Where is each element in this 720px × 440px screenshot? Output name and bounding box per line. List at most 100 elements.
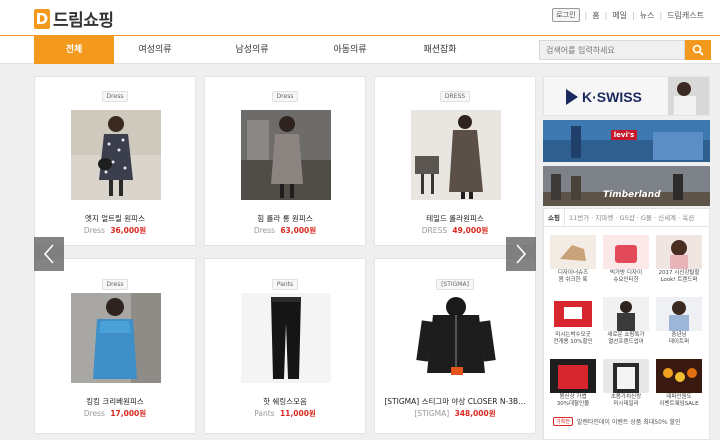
levis-logo-text: levi's [613, 131, 635, 139]
product-card[interactable]: Pants 핫 쉐링스모음 Pants 11,000원 [204, 258, 366, 434]
product-image[interactable] [241, 293, 331, 383]
site-logo[interactable]: D 드림쇼핑 [34, 6, 114, 31]
product-brand: Dress [83, 409, 105, 418]
shop-item-image [656, 359, 702, 393]
product-name[interactable]: 테일드 롤라원피스 [375, 213, 535, 224]
shop-item-caption: 데파인원도 이벤트웨임SALE [659, 394, 699, 407]
timberland-logo-text: Timberland [603, 190, 661, 200]
shop-item-caption: 새로운 쇼핑특가 열선프렌드업어 [607, 332, 645, 345]
logo-text: 드림쇼핑 [53, 11, 114, 31]
shop-item-caption: 초봄가치신랑 미시데일리 [610, 394, 642, 407]
product-card[interactable]: Dress 힘 롤라 롱 원피스 Dress 63,000원 [204, 76, 366, 246]
mail-link[interactable]: 메일 [612, 10, 627, 21]
shop-item-image [656, 297, 702, 331]
shop-item-image [603, 359, 649, 393]
shop-item-image [656, 235, 702, 269]
product-price: 63,000원 [280, 226, 317, 235]
search-button[interactable] [685, 40, 711, 60]
product-image[interactable] [411, 293, 501, 383]
tab-mens[interactable]: 남성의류 [196, 36, 308, 64]
product-brand: [STIGMA] [414, 409, 450, 418]
product-price: 49,000원 [452, 226, 489, 235]
shopping-panel: 쇼핑 11번가 · 지마켓 · GS샵 · G몰 · 신세계 · 옥션 디자이너… [543, 208, 710, 440]
shop-item-caption: 미시는박수모굿 전개용 10%할인 [553, 332, 593, 345]
shop-item-caption: 디자이너슈즈 봄 쉬크한 룩 [557, 270, 589, 283]
category-tag: Dress [101, 279, 129, 290]
shop-item[interactable]: 미시는박수모굿 전개용 10%할인 [548, 297, 598, 346]
category-tag: Pants [271, 279, 299, 290]
category-tabs: 전체 여성의류 남성의류 아동의류 패션잡화 [34, 36, 488, 64]
tab-womens[interactable]: 여성의류 [114, 36, 196, 64]
product-price: 36,000원 [110, 226, 147, 235]
promo-text: 발렌타인데이 이벤트 상품 최대50% 할인 [576, 419, 681, 426]
shop-tabs: 쇼핑 11번가 · 지마켓 · GS샵 · G몰 · 신세계 · 옥션 [544, 209, 709, 227]
kswiss-banner[interactable]: K·SWISS [543, 76, 710, 116]
shop-item[interactable]: 중년님 데이트퍼 [654, 297, 704, 346]
product-name[interactable]: 힘 롤라 롱 원피스 [205, 213, 365, 224]
shop-item-image [550, 297, 596, 331]
shop-item-image [603, 235, 649, 269]
home-link[interactable]: 홈 [592, 10, 599, 21]
shop-item-image [550, 359, 596, 393]
shop-item[interactable]: 초봄가치신랑 미시데일리 [601, 359, 651, 408]
shop-item[interactable]: 봄신상 가볍 30%대할인몰 [548, 359, 598, 408]
product-card[interactable]: DRESS 테일드 롤라원피스 DRESS 49,000원 [374, 76, 536, 246]
divider: | [584, 10, 588, 20]
login-button[interactable]: 로그인 [552, 8, 580, 22]
shop-item[interactable]: 빅가방 디자이 슈요인티한 [601, 235, 651, 284]
divider: | [604, 10, 608, 20]
shop-item-image [550, 235, 596, 269]
product-image[interactable] [71, 293, 161, 383]
category-nav: 전체 여성의류 남성의류 아동의류 패션잡화 [0, 35, 720, 64]
product-card[interactable]: Dress 킹킹 크리베원피스 Dress 17,000원 [34, 258, 196, 434]
shop-item[interactable]: 데파인원도 이벤트웨임SALE [654, 359, 704, 408]
shop-item[interactable]: 디자이너슈즈 봄 쉬크한 룩 [548, 235, 598, 284]
timberland-banner[interactable]: Timberland [543, 166, 710, 206]
product-name[interactable]: 엣지 얼트릴 원피스 [35, 213, 195, 224]
shop-item-caption: 2017 시선강탈할 Look! 트렌드퍼 [658, 270, 700, 283]
tab-kids[interactable]: 아동의류 [308, 36, 392, 64]
shop-item-caption: 빅가방 디자이 슈요인티한 [609, 270, 643, 283]
tab-all[interactable]: 전체 [34, 36, 114, 64]
carousel-prev-button[interactable] [34, 237, 64, 271]
product-price: 11,000원 [279, 409, 316, 418]
product-card[interactable]: Dress 엣지 얼트릴 원피스 Dress 36,000원 [34, 76, 196, 246]
search-icon [692, 44, 704, 56]
shop-item-image [603, 297, 649, 331]
product-image[interactable] [71, 110, 161, 200]
product-name[interactable]: [STIGMA] 스티그마 야상 CLOSER N-3B… [375, 396, 535, 407]
tab-accessories[interactable]: 패션잡화 [392, 36, 488, 64]
product-brand: Pants [254, 409, 275, 418]
carousel-next-button[interactable] [506, 237, 536, 271]
product-image[interactable] [241, 110, 331, 200]
product-name[interactable]: 핫 쉐링스모음 [205, 396, 365, 407]
shop-item[interactable]: 2017 시선강탈할 Look! 트렌드퍼 [654, 235, 704, 284]
divider: | [632, 10, 635, 20]
promo-line[interactable]: 기획전 발렌타인데이 이벤트 상품 최대50% 할인 [553, 417, 681, 426]
tab-partner-malls[interactable]: 11번가 · 지마켓 · GS샵 · G몰 · 신세계 · 옥션 [565, 209, 698, 226]
shop-item[interactable]: 새로운 쇼핑특가 열선프렌드업어 [601, 297, 651, 346]
chevron-right-icon [516, 244, 527, 264]
product-card[interactable]: [STIGMA] [STIGMA] 스티그마 야상 CLOSER N-3B… [… [374, 258, 536, 434]
shop-item-caption: 중년님 데이트퍼 [668, 332, 690, 345]
product-name[interactable]: 킹킹 크리베원피스 [35, 396, 195, 407]
levis-banner[interactable]: levi's [543, 120, 710, 162]
category-tag: Dress [271, 91, 299, 102]
category-tag: DRESS [439, 91, 471, 102]
product-brand: Dress [253, 226, 275, 235]
shop-item-caption: 봄신상 가볍 30%대할인몰 [556, 394, 590, 407]
tab-shopping[interactable]: 쇼핑 [544, 209, 565, 226]
kswiss-logo-text: K·SWISS [582, 89, 642, 105]
product-image[interactable] [411, 110, 501, 200]
divider: | [659, 10, 663, 20]
category-tag: Dress [101, 91, 129, 102]
product-brand: Dress [83, 226, 105, 235]
dreamcast-link[interactable]: 드림캐스트 [667, 10, 704, 21]
category-tag: [STIGMA] [436, 279, 474, 290]
product-price: 17,000원 [110, 409, 147, 418]
product-price: 348,000원 [454, 409, 496, 418]
search-input[interactable] [539, 40, 685, 60]
top-links: 로그인 | 홈 | 메일 | 뉴스 | 드림캐스트 [552, 8, 704, 22]
news-link[interactable]: 뉴스 [640, 10, 655, 21]
promo-badge: 기획전 [553, 417, 573, 426]
